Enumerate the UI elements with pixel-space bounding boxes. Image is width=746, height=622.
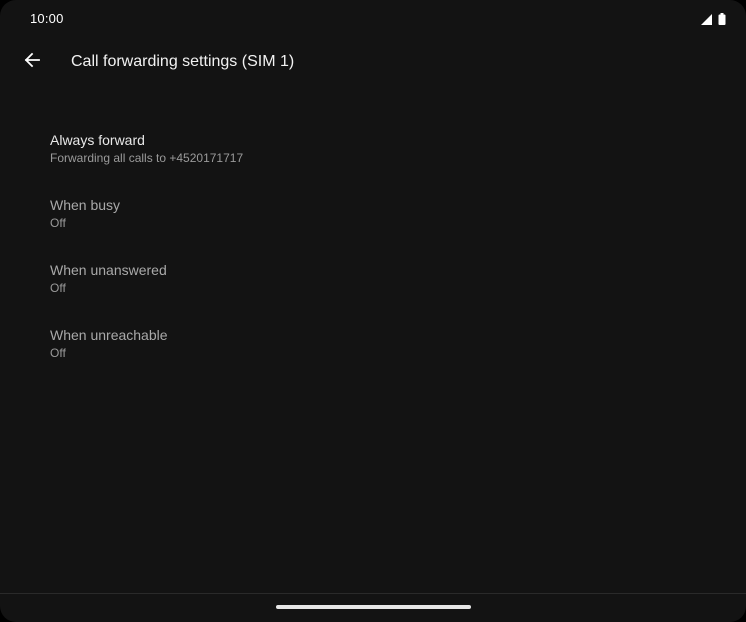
phone-screen: 10:00 Call forwarding settings (SIM 1) A…: [0, 0, 746, 622]
setting-title: When busy: [50, 197, 121, 213]
cellular-signal-icon: [701, 12, 712, 30]
setting-when-unanswered[interactable]: When unanswered Off: [0, 248, 746, 313]
setting-summary: Forwarding all calls to +4520171717: [50, 151, 244, 165]
setting-summary: Off: [50, 346, 66, 360]
setting-summary: Off: [50, 216, 66, 230]
setting-title: When unreachable: [50, 327, 168, 343]
setting-when-busy[interactable]: When busy Off: [0, 183, 746, 248]
app-bar: Call forwarding settings (SIM 1): [0, 40, 746, 86]
setting-when-unreachable[interactable]: When unreachable Off: [0, 313, 746, 378]
forwarding-settings-list: Always forward Forwarding all calls to +…: [0, 118, 746, 378]
status-bar: 10:00: [0, 0, 746, 36]
setting-title: Always forward: [50, 132, 145, 148]
arrow-left-icon: [24, 52, 40, 73]
battery-icon: [718, 12, 726, 30]
navigation-bar-divider: [0, 593, 746, 594]
page-title: Call forwarding settings (SIM 1): [71, 53, 295, 70]
status-icons: [701, 12, 726, 30]
setting-summary: Off: [50, 281, 66, 295]
setting-title: When unanswered: [50, 262, 167, 278]
setting-always-forward[interactable]: Always forward Forwarding all calls to +…: [0, 118, 746, 183]
gesture-navigation-handle[interactable]: [276, 605, 471, 609]
back-button[interactable]: [16, 46, 48, 78]
status-time: 10:00: [30, 11, 64, 26]
